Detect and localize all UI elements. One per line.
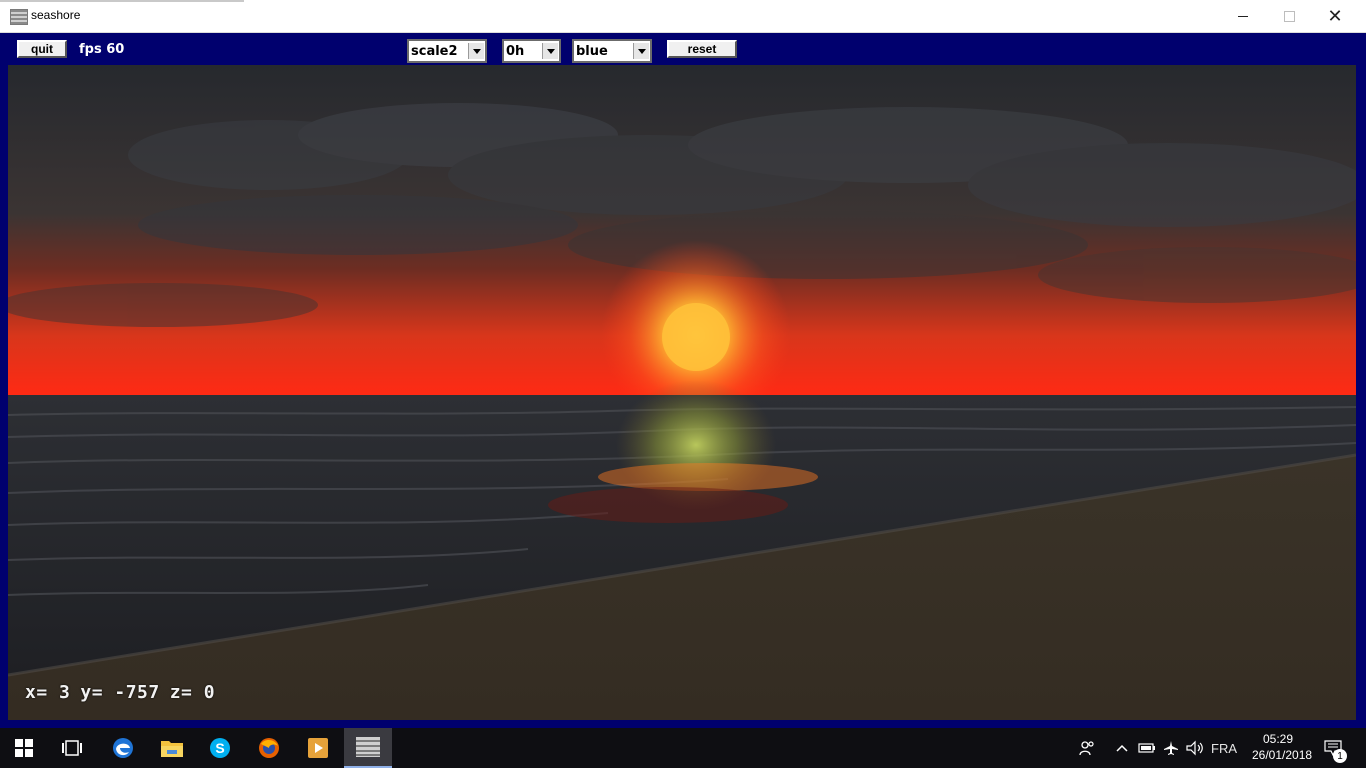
- taskbar-skype[interactable]: S: [196, 728, 244, 768]
- minimize-button[interactable]: [1220, 0, 1266, 32]
- taskbar: S FRA 05:29 26/01/2018: [0, 728, 1366, 768]
- taskbar-media-player[interactable]: [294, 728, 342, 768]
- windows-logo-icon: [15, 739, 33, 757]
- skype-icon: S: [210, 738, 230, 758]
- maximize-icon: [1283, 10, 1295, 22]
- sun: [662, 303, 730, 371]
- system-clock[interactable]: 05:29 26/01/2018: [1252, 731, 1313, 763]
- color-dropdown-button[interactable]: [633, 43, 649, 59]
- scale-dropdown-button[interactable]: [468, 43, 484, 59]
- reset-button[interactable]: reset: [667, 40, 737, 58]
- speaker-icon: [1186, 740, 1203, 756]
- battery-button[interactable]: [1136, 728, 1158, 768]
- battery-icon: [1138, 743, 1155, 753]
- svg-text:S: S: [215, 740, 224, 756]
- title-accent: [0, 0, 244, 2]
- camera-coordinates: x= 3 y= -757 z= 0: [25, 682, 225, 703]
- clock-date: 26/01/2018: [1252, 748, 1313, 762]
- close-button[interactable]: ✕: [1312, 0, 1358, 32]
- firefox-icon: [259, 738, 279, 758]
- task-view-button[interactable]: [48, 728, 96, 768]
- toolbar: quit fps 60 scale2 0h blue reset: [8, 33, 1358, 65]
- chevron-down-icon: [637, 48, 646, 54]
- window-title: seashore: [31, 8, 81, 22]
- seashore-app-icon[interactable]: [10, 9, 28, 25]
- taskbar-file-explorer[interactable]: [148, 728, 196, 768]
- close-icon: ✕: [1327, 5, 1343, 26]
- maximize-button[interactable]: [1266, 0, 1312, 32]
- reflection-shadow: [548, 487, 788, 523]
- coord-y: y= -757: [80, 682, 160, 703]
- airplane-icon: [1164, 741, 1178, 755]
- scale-select[interactable]: scale2: [407, 39, 487, 63]
- reflection-streak: [598, 463, 818, 491]
- title-bar[interactable]: seashore ✕: [0, 0, 1366, 33]
- scene-viewport[interactable]: x= 3 y= -757 z= 0: [8, 65, 1356, 720]
- color-select[interactable]: blue: [572, 39, 652, 63]
- scene-render: [8, 65, 1356, 720]
- people-button[interactable]: [1074, 728, 1100, 768]
- airplane-mode-button[interactable]: [1160, 728, 1182, 768]
- color-select-value: blue: [576, 44, 608, 59]
- coord-x: x= 3: [25, 682, 71, 703]
- app-window: seashore ✕ quit fps 60 scale2 0h blue re…: [0, 0, 1366, 728]
- folder-icon: [161, 741, 183, 757]
- hour-select[interactable]: 0h: [502, 39, 561, 63]
- notification-count-badge: 1: [1333, 749, 1347, 763]
- show-hidden-icons-button[interactable]: [1112, 728, 1132, 768]
- quit-button[interactable]: quit: [17, 40, 67, 58]
- task-view-icon: [62, 740, 82, 756]
- chevron-down-icon: [546, 48, 555, 54]
- fps-counter: fps 60: [79, 42, 125, 57]
- volume-button[interactable]: [1184, 728, 1206, 768]
- chevron-down-icon: [472, 48, 481, 54]
- seashore-app-icon: [356, 737, 380, 757]
- start-button[interactable]: [0, 728, 48, 768]
- chevron-up-icon: [1116, 744, 1128, 752]
- coord-z: z= 0: [169, 682, 216, 703]
- edge-icon: [113, 738, 133, 758]
- taskbar-firefox[interactable]: [245, 728, 293, 768]
- scale-select-value: scale2: [411, 44, 458, 59]
- taskbar-seashore[interactable]: [344, 728, 392, 768]
- hour-dropdown-button[interactable]: [542, 43, 558, 59]
- taskbar-edge[interactable]: [99, 728, 147, 768]
- input-language[interactable]: FRA: [1208, 728, 1240, 768]
- minimize-icon: [1238, 15, 1248, 17]
- people-icon: [1079, 741, 1094, 756]
- media-player-icon: [308, 738, 328, 758]
- hour-select-value: 0h: [506, 44, 525, 59]
- clock-time: 05:29: [1262, 732, 1294, 746]
